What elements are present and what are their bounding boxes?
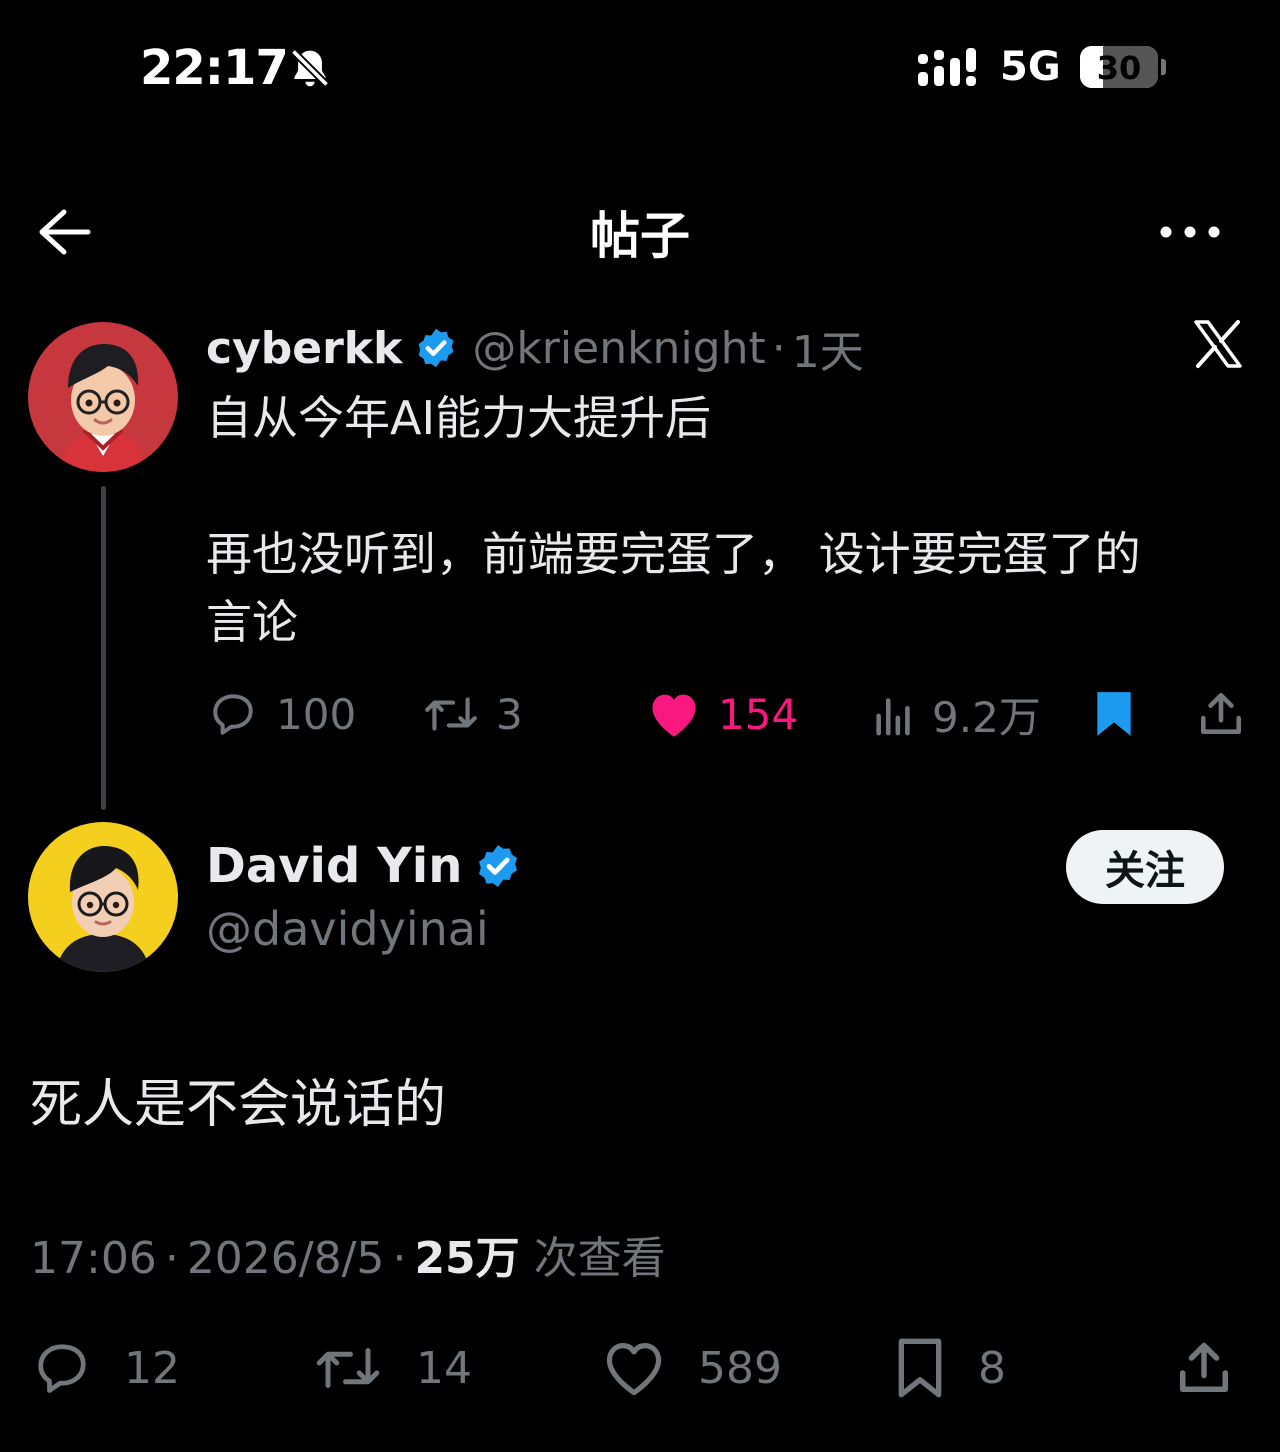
post-actions: 12 14 589 8 xyxy=(30,1332,1250,1404)
quoted-post-line: 言论 xyxy=(206,595,298,649)
like-count: 589 xyxy=(698,1342,782,1394)
reply-button[interactable]: 100 xyxy=(206,680,356,748)
view-count: 9.2万 xyxy=(932,692,1041,742)
author-handle[interactable]: @krienknight xyxy=(472,323,765,374)
separator: · xyxy=(392,1233,407,1284)
signal-icon xyxy=(916,46,982,90)
follow-button[interactable]: 关注 xyxy=(1066,830,1224,904)
verified-badge-icon xyxy=(414,326,458,370)
battery-tip xyxy=(1161,59,1166,75)
reply-count: 100 xyxy=(276,689,357,739)
views-label: 次查看 xyxy=(533,1233,666,1284)
share-button[interactable] xyxy=(1174,1332,1234,1404)
network-type: 5G xyxy=(1000,44,1061,90)
quoted-post-header: cyberkk @krienknight · 1天 xyxy=(206,318,864,379)
quoted-post-actions: 100 3 154 9.2万 xyxy=(206,680,1256,748)
separator: · xyxy=(771,322,786,374)
repost-button[interactable]: 14 xyxy=(310,1332,472,1404)
post-date: 2026/8/5 xyxy=(186,1233,385,1284)
bookmark-icon xyxy=(898,1338,942,1398)
avatar[interactable] xyxy=(28,322,178,472)
x-logo-icon xyxy=(1192,318,1244,370)
post-text: 死人是不会说话的 xyxy=(30,1075,447,1135)
reply-button[interactable]: 12 xyxy=(30,1332,180,1404)
share-icon xyxy=(1180,1342,1228,1392)
like-button[interactable]: 154 xyxy=(646,680,798,748)
like-count: 154 xyxy=(718,689,799,739)
more-icon[interactable] xyxy=(1160,222,1220,242)
repost-icon xyxy=(425,697,477,731)
author-name[interactable]: David Yin xyxy=(206,838,462,894)
post-age: 1天 xyxy=(791,327,864,378)
reply-count: 12 xyxy=(124,1342,180,1394)
repost-count: 3 xyxy=(496,689,523,739)
bookmark-filled-icon xyxy=(1097,692,1131,736)
author-handle[interactable]: @davidyinai xyxy=(206,902,489,956)
bookmark-button[interactable]: 8 xyxy=(892,1332,1006,1404)
reply-icon xyxy=(38,1344,86,1393)
heart-filled-icon xyxy=(652,694,696,737)
page-title: 帖子 xyxy=(590,207,690,265)
repost-button[interactable]: 3 xyxy=(422,680,523,748)
thread-connector xyxy=(101,486,106,810)
verified-badge-icon xyxy=(474,842,522,890)
like-button[interactable]: 589 xyxy=(600,1332,782,1404)
share-button[interactable] xyxy=(1196,680,1246,748)
separator: · xyxy=(164,1233,179,1284)
status-time: 22:17 xyxy=(140,40,289,96)
battery-level: 30 xyxy=(1096,49,1142,87)
avatar[interactable] xyxy=(28,822,178,972)
views-button[interactable]: 9.2万 xyxy=(872,680,1041,748)
heart-icon xyxy=(606,1343,662,1396)
author-name[interactable]: cyberkk xyxy=(206,323,402,374)
reply-icon xyxy=(213,694,253,735)
quoted-post-line: 自从今年AI能力大提升后 xyxy=(206,391,712,445)
bookmark-count: 8 xyxy=(978,1342,1006,1394)
post-meta: 17:06 · 2026/8/5 · 25万 次查看 xyxy=(30,1222,666,1286)
repost-icon xyxy=(316,1348,380,1388)
bell-muted-icon xyxy=(288,46,332,90)
repost-count: 14 xyxy=(416,1342,472,1394)
views-count[interactable]: 25万 xyxy=(414,1222,519,1286)
author-name-row: David Yin xyxy=(206,838,536,894)
post-time: 17:06 xyxy=(30,1233,157,1284)
bookmark-button[interactable] xyxy=(1092,680,1136,748)
analytics-icon xyxy=(876,698,910,736)
battery-icon: 30 xyxy=(1080,46,1158,88)
quoted-post-line: 再也没听到，前端要完蛋了， 设计要完蛋了的 xyxy=(206,527,1141,581)
share-icon xyxy=(1201,692,1241,734)
